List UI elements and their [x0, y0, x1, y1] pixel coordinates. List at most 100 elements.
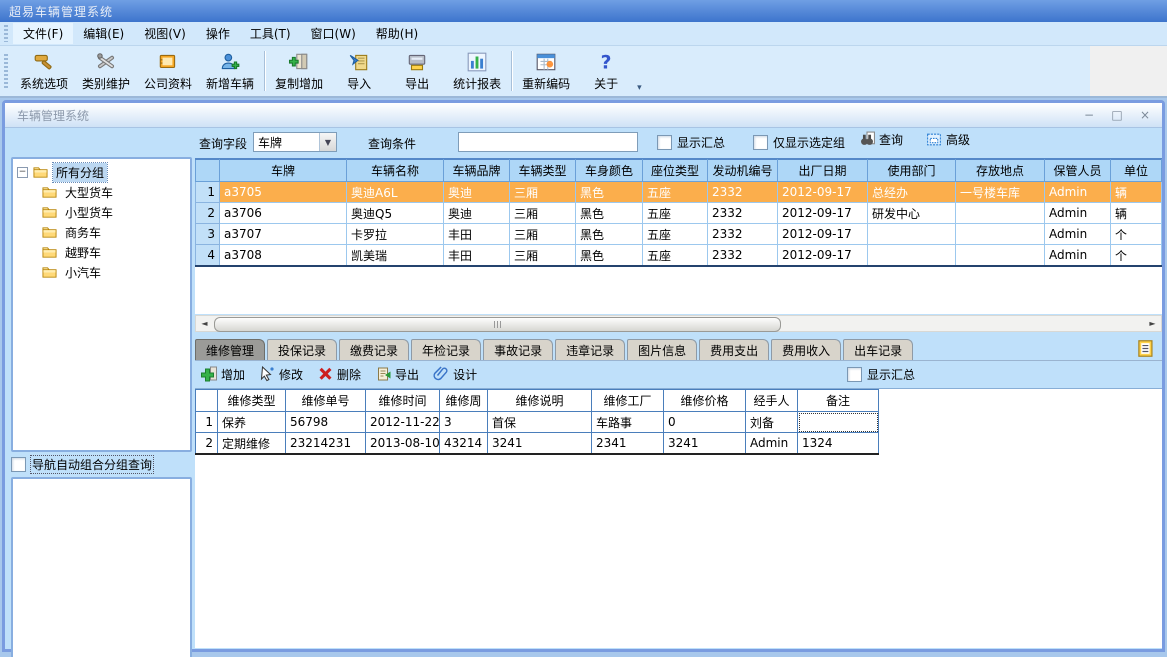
only-selected-group-checkbox[interactable] — [753, 135, 768, 150]
column-header[interactable]: 维修周 — [440, 390, 488, 412]
table-cell[interactable] — [956, 203, 1045, 224]
table-cell[interactable]: 3241 — [664, 433, 746, 455]
tab-2[interactable]: 投保记录 — [267, 339, 337, 360]
chevron-down-icon[interactable]: ▼ — [319, 133, 336, 151]
table-cell[interactable]: 三厢 — [510, 203, 576, 224]
column-header[interactable]: 车辆名称 — [347, 160, 444, 182]
menu-item-2[interactable]: 编辑(E) — [73, 23, 134, 44]
table-cell[interactable]: 丰田 — [444, 245, 510, 267]
table-cell[interactable]: 2012-11-22 — [366, 412, 440, 433]
table-cell[interactable]: 丰田 — [444, 224, 510, 245]
auto-group-checkbox[interactable] — [11, 457, 26, 472]
table-cell[interactable]: 0 — [664, 412, 746, 433]
table-cell[interactable]: a3705 — [220, 182, 347, 203]
record-button-2[interactable]: 修改 — [259, 366, 303, 383]
table-cell[interactable]: 黑色 — [576, 203, 643, 224]
table-cell[interactable]: 首保 — [488, 412, 592, 433]
table-cell[interactable]: 凯美瑞 — [347, 245, 444, 267]
column-header[interactable]: 车辆品牌 — [444, 160, 510, 182]
column-header[interactable]: 维修单号 — [286, 390, 366, 412]
table-cell[interactable]: 56798 — [286, 412, 366, 433]
table-cell[interactable]: 2332 — [708, 182, 778, 203]
table-cell[interactable]: 五座 — [643, 245, 708, 267]
table-cell[interactable] — [956, 245, 1045, 267]
column-header[interactable]: 备注 — [798, 390, 879, 412]
table-cell[interactable]: 奥迪 — [444, 182, 510, 203]
show-summary-checkbox-row[interactable]: 显示汇总 — [657, 134, 725, 151]
table-cell[interactable]: 三厢 — [510, 224, 576, 245]
table-cell[interactable]: 刘备 — [746, 412, 798, 433]
table-cell[interactable]: 2332 — [708, 203, 778, 224]
toolbar-button-8[interactable]: 统计报表 — [446, 48, 508, 94]
table-row[interactable]: 1a3705奥迪A6L奥迪三厢黑色五座23322012-09-17总经办一号楼车… — [196, 182, 1162, 203]
table-cell[interactable]: 个 — [1111, 224, 1162, 245]
scroll-right-arrow[interactable]: ► — [1145, 317, 1160, 330]
tab-1[interactable]: 维修管理 — [195, 339, 265, 360]
table-cell[interactable]: Admin — [746, 433, 798, 455]
tab-4[interactable]: 年检记录 — [411, 339, 481, 360]
table-cell[interactable]: 3 — [440, 412, 488, 433]
record-show-summary-checkbox[interactable] — [847, 367, 862, 382]
column-header[interactable]: 车身颜色 — [576, 160, 643, 182]
tree-item-4[interactable]: 越野车 — [15, 242, 188, 262]
table-cell[interactable]: 2012-09-17 — [778, 203, 868, 224]
toolbar-button-2[interactable]: 类别维护 — [75, 48, 137, 94]
table-cell[interactable] — [798, 412, 879, 433]
table-cell[interactable] — [868, 224, 956, 245]
table-row[interactable]: 3a3707卡罗拉丰田三厢黑色五座23322012-09-17Admin个 — [196, 224, 1162, 245]
column-header[interactable]: 维修说明 — [488, 390, 592, 412]
table-cell[interactable]: 奥迪 — [444, 203, 510, 224]
table-cell[interactable]: a3707 — [220, 224, 347, 245]
column-header[interactable]: 存放地点 — [956, 160, 1045, 182]
table-cell[interactable]: 五座 — [643, 224, 708, 245]
column-header[interactable]: 经手人 — [746, 390, 798, 412]
toolbar-button-9[interactable]: 重新编码 — [515, 48, 577, 94]
advanced-button[interactable]: 高级 — [925, 131, 970, 148]
column-header[interactable]: 使用部门 — [868, 160, 956, 182]
column-header[interactable]: 维修类型 — [218, 390, 286, 412]
column-header[interactable]: 维修时间 — [366, 390, 440, 412]
table-cell[interactable]: Admin — [1045, 224, 1111, 245]
table-cell[interactable]: 三厢 — [510, 245, 576, 267]
column-header[interactable]: 单位 — [1111, 160, 1162, 182]
table-cell[interactable]: 一号楼车库 — [956, 182, 1045, 203]
table-cell[interactable]: 五座 — [643, 182, 708, 203]
table-cell[interactable] — [868, 245, 956, 267]
table-cell[interactable]: 黑色 — [576, 224, 643, 245]
table-cell[interactable]: 2332 — [708, 245, 778, 267]
table-cell[interactable]: 辆 — [1111, 182, 1162, 203]
table-cell[interactable]: 43214 — [440, 433, 488, 455]
column-header[interactable]: 车牌 — [220, 160, 347, 182]
table-cell[interactable]: 2332 — [708, 224, 778, 245]
toolbar-overflow-icon[interactable]: ▾ — [637, 83, 642, 93]
table-cell[interactable]: 3241 — [488, 433, 592, 455]
table-cell[interactable]: 三厢 — [510, 182, 576, 203]
column-header[interactable]: 保管人员 — [1045, 160, 1111, 182]
record-button-1[interactable]: 增加 — [201, 366, 245, 383]
table-cell[interactable]: Admin — [1045, 245, 1111, 267]
tree-root-item[interactable]: −所有分组 — [15, 162, 188, 182]
maximize-button[interactable] — [1106, 107, 1128, 123]
table-row[interactable]: 1保养567982012-11-223首保车路事0刘备 — [196, 412, 879, 433]
tree-item-1[interactable]: 大型货车 — [15, 182, 188, 202]
table-cell[interactable]: 2012-09-17 — [778, 224, 868, 245]
table-row[interactable]: 2a3706奥迪Q5奥迪三厢黑色五座23322012-09-17研发中心Admi… — [196, 203, 1162, 224]
toolbar-button-7[interactable]: 导出 — [388, 48, 446, 94]
menu-item-4[interactable]: 操作 — [196, 23, 240, 44]
toolbar-button-5[interactable]: 复制增加 — [268, 48, 330, 94]
table-cell[interactable]: a3706 — [220, 203, 347, 224]
table-cell[interactable]: 黑色 — [576, 182, 643, 203]
scrollbar-thumb[interactable] — [214, 317, 781, 332]
table-cell[interactable]: a3708 — [220, 245, 347, 267]
toolbar-button-1[interactable]: 系统选项 — [13, 48, 75, 94]
table-cell[interactable]: 2012-09-17 — [778, 245, 868, 267]
table-cell[interactable]: 1324 — [798, 433, 879, 455]
auto-group-checkbox-row[interactable]: 导航自动组合分组查询 — [11, 456, 192, 473]
only-selected-group-checkbox-row[interactable]: 仅显示选定组 — [753, 134, 845, 151]
menu-item-6[interactable]: 窗口(W) — [301, 23, 366, 44]
column-header[interactable]: 车辆类型 — [510, 160, 576, 182]
show-summary-checkbox[interactable] — [657, 135, 672, 150]
scroll-left-arrow[interactable]: ◄ — [197, 317, 212, 330]
toolbar-button-10[interactable]: ?关于 — [577, 48, 635, 94]
query-condition-input[interactable] — [458, 132, 638, 152]
